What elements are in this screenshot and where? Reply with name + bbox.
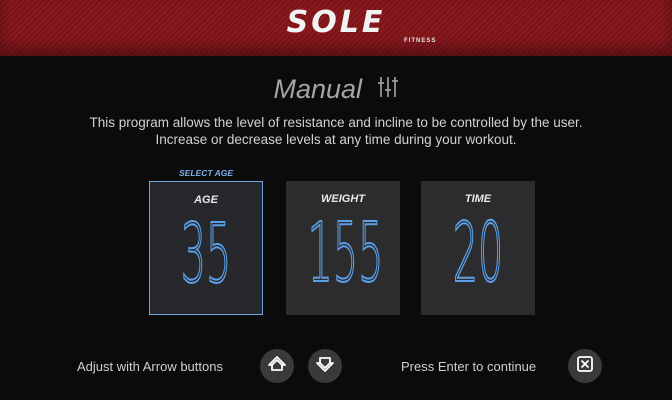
age-value: 35 [180,207,232,303]
weight-label: WEIGHT [321,193,365,205]
program-title-row: Manual [0,74,672,105]
program-description: This program allows the level of resista… [0,114,672,148]
brand-sub: FITNESS [404,38,437,44]
time-label: TIME [464,193,492,205]
arrow-up-button[interactable] [260,349,294,383]
enter-label: Press Enter to continue [401,359,537,374]
age-label: AGE [194,194,218,206]
description-line-2: Increase or decrease levels at any time … [155,132,517,147]
time-field[interactable]: TIME 20 [421,181,535,315]
chevron-down-icon [315,354,335,379]
arrow-down-button[interactable] [308,349,342,383]
sliders-icon [377,75,399,104]
description-line-1: This program allows the level of resista… [89,115,583,130]
enter-icon [575,354,595,379]
selection-hint: SELECT AGE [179,168,233,178]
chevron-up-icon [267,354,287,379]
enter-button[interactable] [568,349,602,383]
brand-header: SOLE FITNESS [0,0,672,56]
program-title: Manual [273,74,363,104]
weight-value: 155 [307,206,384,302]
age-field[interactable]: AGE 35 [149,181,263,315]
time-value: 20 [452,206,504,302]
brand-name: SOLE [286,5,386,40]
weight-field[interactable]: WEIGHT 155 [286,181,400,315]
adjust-label: Adjust with Arrow buttons [77,359,223,374]
brand-logo: SOLE [0,8,672,38]
